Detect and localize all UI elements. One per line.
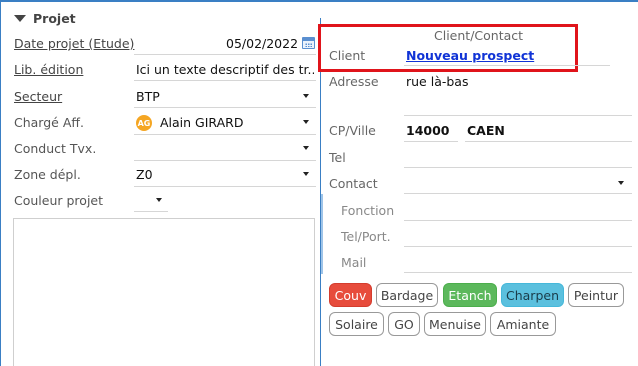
tag-charpen[interactable]: Charpen (501, 283, 564, 307)
couleur-projet-dropdown-icon[interactable] (156, 198, 162, 202)
secteur-value[interactable]: BTP (136, 89, 160, 104)
tag-amiante[interactable]: Amiante (490, 312, 556, 336)
mail-input[interactable] (404, 272, 632, 273)
cp-value[interactable]: 14000 (406, 123, 450, 138)
date-projet-value[interactable]: 05/02/2022 (226, 36, 298, 51)
client-label: Client (329, 48, 366, 63)
user-avatar-icon: AG (136, 115, 152, 131)
secteur-underline (134, 107, 316, 108)
zone-depl-label: Zone dépl. (14, 167, 81, 182)
projet-section-header[interactable]: Projet (14, 9, 76, 27)
ville-value[interactable]: CAEN (467, 123, 505, 138)
notes-textarea[interactable] (13, 218, 315, 366)
tel-input[interactable] (404, 167, 632, 168)
tag-solaire[interactable]: Solaire (329, 312, 384, 336)
window-left-border (0, 0, 1, 366)
adresse-label: Adresse (329, 74, 379, 89)
tag-menuise[interactable]: Menuise (424, 312, 486, 336)
charge-aff-value[interactable]: Alain GIRARD (160, 115, 243, 130)
couleur-projet-underline[interactable] (134, 211, 168, 212)
tag-etanch[interactable]: Etanch (443, 283, 497, 307)
adresse-underline (404, 115, 632, 116)
section-title: Projet (33, 10, 76, 26)
fonction-input[interactable] (404, 220, 632, 221)
tag-peintur[interactable]: Peintur (568, 283, 624, 307)
calendar-icon[interactable] (302, 37, 315, 49)
tag-bardage[interactable]: Bardage (376, 283, 438, 307)
charge-aff-underline (134, 134, 316, 135)
zone-depl-dropdown-icon[interactable] (303, 172, 309, 176)
nouveau-prospect-link[interactable]: Nouveau prospect (406, 48, 534, 63)
collapse-triangle-icon[interactable] (14, 14, 26, 22)
charge-aff-dropdown-icon[interactable] (303, 120, 309, 124)
tag-go[interactable]: GO (388, 312, 420, 336)
secteur-dropdown-icon[interactable] (303, 94, 309, 98)
lib-edition-label[interactable]: Lib. édition (14, 62, 83, 77)
client-contact-title: Client/Contact (434, 28, 524, 43)
window-top-border (0, 0, 638, 2)
contact-subgroup-bar (321, 194, 323, 274)
client-underline (404, 65, 610, 66)
contact-label: Contact (329, 176, 378, 191)
date-projet-underline (134, 54, 316, 55)
tel-label: Tel (329, 150, 346, 165)
lib-edition-value[interactable]: Ici un texte descriptif des tr... (136, 62, 314, 77)
ville-underline (465, 141, 632, 142)
cp-underline (404, 141, 458, 142)
contact-select[interactable] (404, 193, 632, 194)
conduct-tvx-underline[interactable] (134, 160, 316, 161)
charge-aff-label: Chargé Aff. (14, 115, 84, 130)
secteur-label[interactable]: Secteur (14, 89, 62, 104)
adresse-value[interactable]: rue là-bas (406, 74, 468, 89)
couleur-projet-label: Couleur projet (14, 193, 104, 208)
conduct-tvx-dropdown-icon[interactable] (303, 146, 309, 150)
lib-edition-underline (134, 80, 316, 81)
conduct-tvx-label: Conduct Tvx. (14, 141, 97, 156)
mail-label: Mail (341, 255, 367, 270)
zone-depl-value[interactable]: Z0 (136, 167, 153, 182)
telport-input[interactable] (404, 246, 632, 247)
zone-depl-underline (134, 186, 316, 187)
cpville-label: CP/Ville (329, 123, 376, 138)
contact-dropdown-icon[interactable] (618, 181, 624, 185)
telport-label: Tel/Port. (341, 229, 391, 244)
fonction-label: Fonction (341, 203, 395, 218)
date-projet-label[interactable]: Date projet (Etude) (14, 36, 134, 51)
tag-couv[interactable]: Couv (329, 283, 372, 307)
